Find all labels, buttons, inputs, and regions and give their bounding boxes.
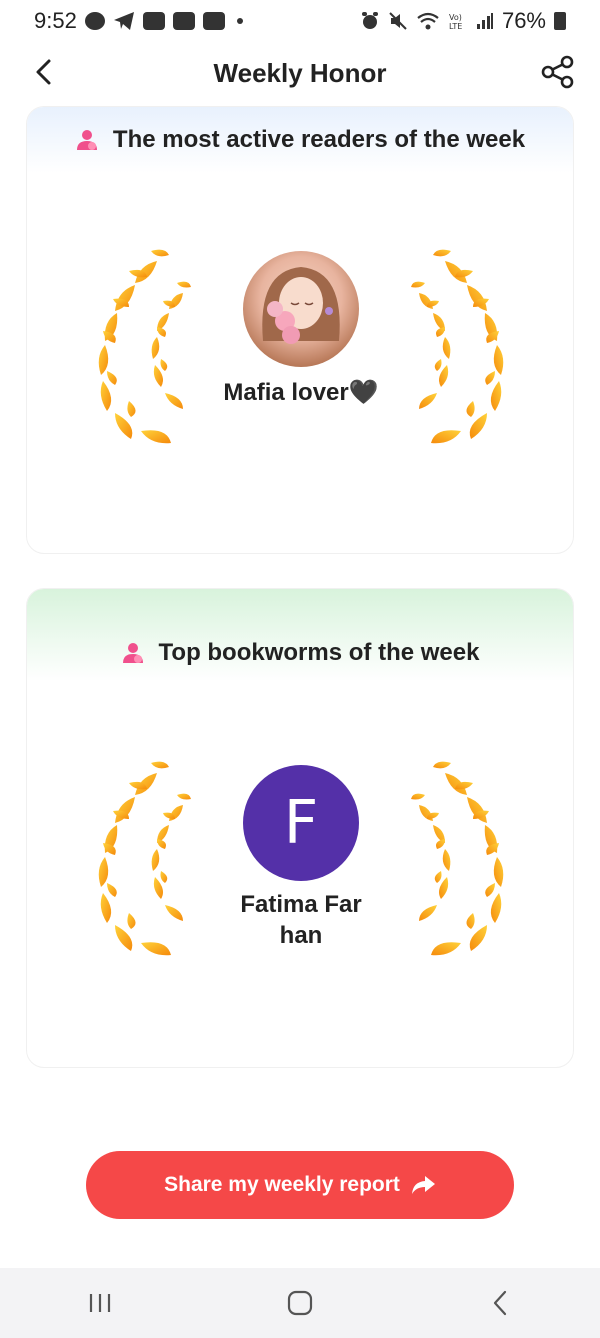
home-button[interactable] bbox=[270, 1278, 330, 1328]
avatar-photo bbox=[262, 267, 340, 344]
back-button[interactable] bbox=[24, 52, 64, 92]
recents-button[interactable] bbox=[70, 1278, 130, 1328]
signal-icon bbox=[476, 13, 493, 29]
volte-icon: Vo)LTE bbox=[449, 13, 462, 31]
card-header: Top bookworms of the week bbox=[27, 589, 573, 681]
laurel-wreath-right-icon bbox=[391, 759, 531, 959]
home-icon bbox=[287, 1290, 313, 1316]
more-notifications-dot bbox=[236, 18, 243, 24]
header: Weekly Honor bbox=[0, 42, 600, 104]
honor-area: F Fatima Farhan bbox=[27, 759, 574, 999]
svg-text:LTE: LTE bbox=[449, 22, 462, 31]
person-icon bbox=[122, 643, 143, 663]
page-title: Weekly Honor bbox=[213, 57, 387, 88]
laurel-wreath-left-icon bbox=[71, 247, 211, 447]
status-right: Vo) LTE 76% bbox=[360, 8, 566, 34]
recents-icon bbox=[89, 1294, 111, 1312]
youtube-icon bbox=[142, 12, 165, 30]
share-arrow-icon bbox=[411, 1176, 435, 1194]
share-button[interactable] bbox=[538, 52, 578, 92]
card-header: The most active readers of the week bbox=[27, 107, 573, 173]
youtube-icon bbox=[172, 12, 195, 30]
status-left: 9:52 bbox=[34, 8, 243, 34]
telegram-icon bbox=[113, 12, 134, 30]
card-title: The most active readers of the week bbox=[112, 126, 526, 153]
status-time: 9:52 bbox=[34, 8, 77, 33]
system-nav-bar bbox=[0, 1268, 600, 1338]
status-bar: 9:52 Vo) LTE 76% bbox=[0, 0, 600, 42]
share-icon bbox=[541, 55, 574, 89]
alarm-icon bbox=[361, 12, 378, 29]
avatar[interactable] bbox=[243, 251, 359, 367]
avatar[interactable]: F bbox=[243, 765, 359, 881]
share-weekly-report-button[interactable]: Share my weekly report bbox=[86, 1151, 514, 1219]
chat-icon bbox=[84, 12, 105, 30]
card-title: Top bookworms of the week bbox=[158, 639, 480, 666]
nav-back-button[interactable] bbox=[470, 1278, 530, 1328]
active-readers-card: The most active readers of the week Mafi… bbox=[26, 106, 574, 554]
back-icon bbox=[493, 1290, 507, 1316]
username: Fatima Farhan bbox=[240, 891, 362, 949]
battery-percent: 76% bbox=[501, 8, 546, 33]
username: Mafia lover🖤 bbox=[223, 379, 379, 406]
youtube-icon bbox=[202, 12, 225, 30]
svg-text:Vo): Vo) bbox=[449, 13, 462, 22]
honor-area: Mafia lover🖤 bbox=[27, 247, 574, 487]
battery-icon bbox=[554, 12, 566, 30]
laurel-wreath-right-icon bbox=[391, 247, 531, 447]
top-bookworms-card: Top bookworms of the week F Fatima Farha… bbox=[26, 588, 574, 1068]
person-icon bbox=[76, 130, 97, 150]
share-weekly-report-label: Share my weekly report bbox=[164, 1173, 400, 1196]
laurel-wreath-left-icon bbox=[71, 759, 211, 959]
mute-icon bbox=[389, 12, 407, 30]
wifi-icon bbox=[417, 12, 439, 30]
chevron-left-icon bbox=[36, 59, 51, 85]
